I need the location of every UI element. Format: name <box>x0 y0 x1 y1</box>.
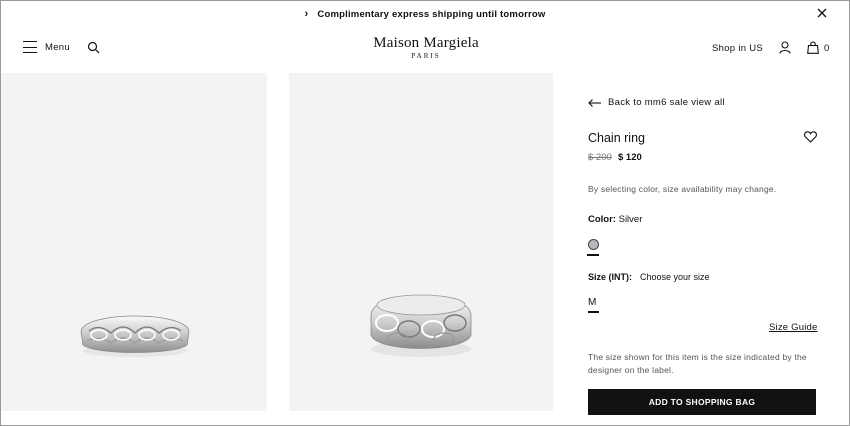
bag-count: 0 <box>824 43 830 54</box>
close-icon[interactable] <box>815 6 829 20</box>
original-price: $ 200 <box>588 152 612 163</box>
hamburger-icon[interactable] <box>23 41 37 54</box>
color-swatch-silver[interactable] <box>588 239 599 250</box>
chain-ring-front-image <box>370 294 472 357</box>
availability-note: By selecting color, size availability ma… <box>588 184 777 194</box>
page-frame: › Complimentary express shipping until t… <box>0 0 850 426</box>
color-value: Silver <box>618 214 643 225</box>
shop-in-region-link[interactable]: Shop in US <box>712 43 763 54</box>
size-option-m[interactable]: M <box>588 297 596 308</box>
back-to-sale-link[interactable]: Back to mm6 sale view all <box>588 97 725 108</box>
size-info-text: The size shown for this item is the size… <box>588 352 807 375</box>
chain-ring-side-image <box>80 315 190 357</box>
size-option-indicator <box>588 311 599 313</box>
size-label: Size (INT): <box>588 272 632 282</box>
color-label: Color: <box>588 214 616 225</box>
add-to-bag-button[interactable]: ADD TO SHOPPING BAG <box>588 389 816 415</box>
logo-name: Maison Margiela <box>373 35 479 51</box>
swatch-selected-indicator <box>587 254 599 256</box>
color-row: Color: Silver <box>588 214 642 225</box>
chevron-right-icon[interactable]: › <box>305 8 309 20</box>
logo-subtitle: PARIS <box>411 52 441 60</box>
arrow-left-icon <box>588 98 601 107</box>
menu-label: Menu <box>45 41 70 53</box>
bag-icon[interactable] <box>807 41 819 54</box>
product-image-side[interactable] <box>1 73 267 411</box>
heart-icon[interactable] <box>804 131 817 143</box>
product-image-front[interactable] <box>289 73 553 411</box>
menu-button[interactable]: Menu <box>23 41 70 54</box>
announcement-text[interactable]: Complimentary express shipping until tom… <box>317 9 545 20</box>
user-icon[interactable] <box>779 41 791 54</box>
search-icon[interactable] <box>87 41 100 54</box>
size-guide-link[interactable]: Size Guide <box>769 322 817 333</box>
product-title: Chain ring <box>588 131 645 145</box>
back-link-label: Back to mm6 sale view all <box>608 97 725 108</box>
size-prompt: Choose your size <box>640 272 710 282</box>
announcement-bar: › Complimentary express shipping until t… <box>1 1 849 27</box>
brand-logo[interactable]: Maison Margiela PARIS <box>341 35 511 60</box>
site-header: Menu Maison Margiela PARIS Shop in US 0 <box>1 27 849 73</box>
sale-price: $ 120 <box>618 152 642 163</box>
